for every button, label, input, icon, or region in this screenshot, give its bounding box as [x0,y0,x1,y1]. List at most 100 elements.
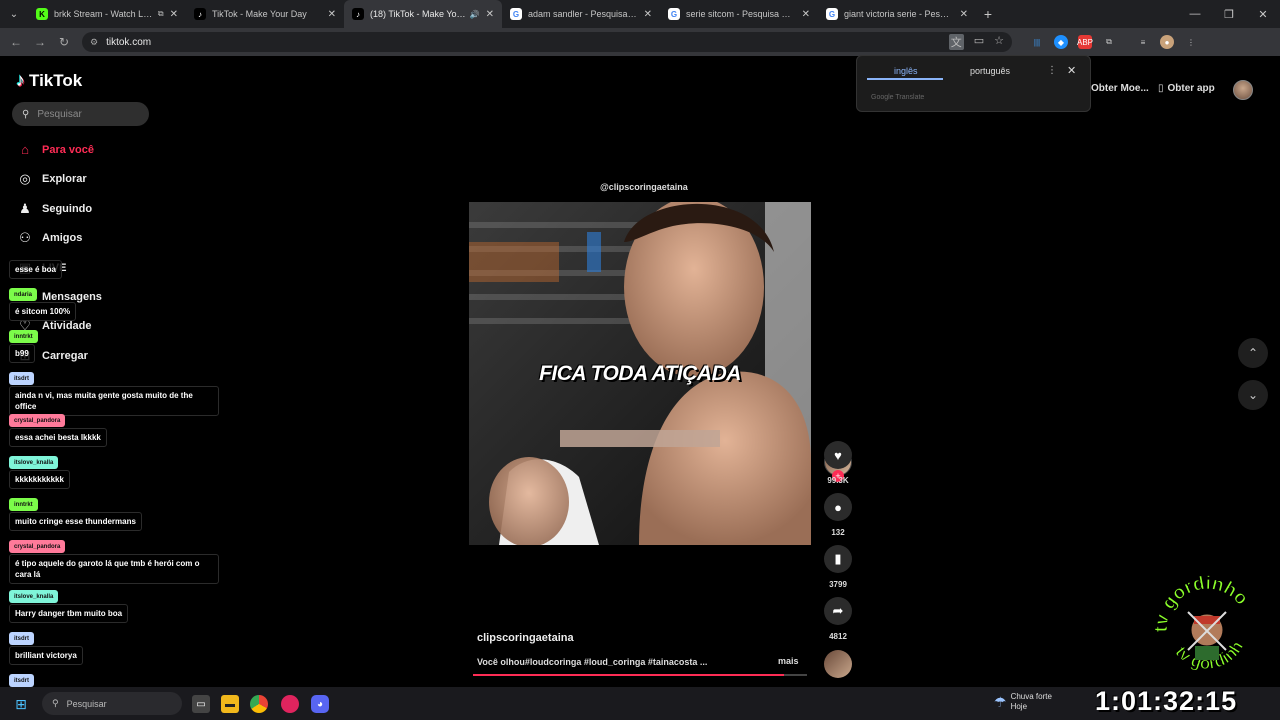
sidebar-item-label: Carregar [42,349,88,362]
translate-popup: inglês português ⋮ ✕ Google Translate [856,55,1091,112]
tiktok-page: ♪ TikTok ⚲ Pesquisar ⌂ Para você ◎ Explorar… [0,56,1280,686]
tiktok-note-icon: ♪ [16,70,25,90]
sidebar-item[interactable]: ♟ Seguindo [16,201,92,217]
tab-favicon-icon: ♪ [352,8,364,20]
video-progress-bar[interactable] [473,674,807,676]
tab-close-icon[interactable]: ✕ [644,9,652,20]
taskbar-search-label: Pesquisar [66,698,107,709]
share-button[interactable]: ➦ [824,597,852,625]
translate-options-icon[interactable]: ⋮ [1047,65,1057,76]
browser-menu-icon[interactable]: ⋮ [1184,35,1198,49]
cast-icon[interactable]: ▭ [974,34,984,50]
get-app-label: Obter app [1167,83,1215,94]
extensions-puzzle-icon[interactable]: ⧉ [1102,35,1116,49]
tab-favicon-icon: G [510,8,522,20]
chat-message: b99 [9,344,35,363]
browser-tab[interactable]: ♪ (18) TikTok - Make Your Day 🔊 ✕ [344,0,502,28]
taskbar-search[interactable]: ⚲ Pesquisar [42,692,182,715]
browser-tab[interactable]: Ggiant victoria serie - Pesquisa G ✕ [818,0,976,28]
next-video-button[interactable]: ⌄ [1238,380,1268,410]
browser-toolbar: ← → ↻ ⚙ tiktok.com 文 ▭ ☆ ||| ◆ ABP ⧉ ≡ ●… [0,28,1280,56]
home-icon: ⌂ [21,142,29,157]
translate-target-lang[interactable]: português [970,66,1010,76]
chat-username: crystal_pandora [9,540,66,553]
minimize-icon[interactable]: — [1178,0,1212,28]
get-app-button[interactable]: ▯ Obter app [1158,83,1215,94]
search-input[interactable]: ⚲ Pesquisar [12,102,149,126]
chevron-up-icon: ⌃ [1247,346,1259,360]
tiktok-logo[interactable]: ♪ TikTok [16,70,82,91]
tab-close-icon[interactable]: ✕ [170,9,178,20]
discord-icon[interactable]: ◕ [311,695,329,713]
chat-message: kkkkkkkkkkk [9,470,70,489]
back-icon[interactable]: ← [4,35,28,49]
translate-source-lang[interactable]: inglês [894,66,918,76]
weather-sub: Hoje [1010,702,1028,711]
restore-icon[interactable]: ❐ [1212,0,1246,28]
tab-close-icon[interactable]: ✕ [328,9,336,20]
logo-text: TikTok [29,70,83,90]
windows-start-icon[interactable]: ⊞ [12,695,30,713]
browser-tab[interactable]: ♪ TikTok - Make Your Day ✕ [186,0,344,28]
chat-username: itslove_knalla [9,456,59,469]
sidebar-item[interactable]: ⌂ Para você [16,142,94,157]
tab-title: adam sandler - Pesquisa Googl [528,9,638,19]
tab-close-icon[interactable]: ✕ [802,9,810,20]
app-icon[interactable] [281,695,299,713]
close-window-icon[interactable]: ✕ [1246,0,1280,28]
censor-bar [560,430,720,447]
bookmark-star-icon[interactable]: ☆ [994,34,1004,50]
weather-widget[interactable]: ☂ Chuva forte Hoje [994,692,1052,712]
reload-icon[interactable]: ↻ [52,35,76,49]
weather-title: Chuva forte [1010,692,1052,701]
chat-message: essa achei besta lkkkk [9,428,107,447]
video-player[interactable]: FICA TODA ATIÇADA [469,202,811,545]
tab-favicon-icon: K [36,8,48,20]
tab-close-icon[interactable]: ✕ [486,9,494,20]
forward-icon[interactable]: → [28,35,52,49]
comment-button[interactable]: ● [824,493,852,521]
tab-favicon-icon: G [668,8,680,20]
chat-message: ainda n vi, mas muita gente gosta muito … [9,386,219,416]
phone-icon: ▯ [1158,83,1164,94]
chrome-icon[interactable] [250,695,268,713]
reading-list-icon[interactable]: ≡ [1136,35,1150,49]
gordinho-tv-watermark: tv gordinho tv gordinho [1144,553,1262,684]
tab-indicator-icon[interactable]: ⧉ [158,9,164,19]
extension-icon[interactable]: ◆ [1054,35,1068,49]
search-placeholder: Pesquisar [37,108,82,120]
like-count: 99.3K [827,476,849,485]
file-explorer-icon[interactable]: ▬ [221,695,239,713]
previous-video-button[interactable]: ⌃ [1238,338,1268,368]
translate-close-icon[interactable]: ✕ [1067,64,1076,77]
address-bar[interactable]: ⚙ tiktok.com 文 ▭ ☆ [82,32,1012,52]
task-view-icon[interactable]: ▭ [192,695,210,713]
music-disc-icon[interactable] [824,650,852,678]
extension-icon[interactable]: ||| [1030,35,1044,49]
browser-tab[interactable]: Gadam sandler - Pesquisa Googl ✕ [502,0,660,28]
browser-tab[interactable]: Kbrkk Stream - Watch Live o ⧉ ✕ [28,0,186,28]
tab-indicator-icon[interactable]: 🔊 [470,10,480,19]
translate-icon[interactable]: 文 [948,34,964,50]
tab-favicon-icon: G [826,8,838,20]
url-text: tiktok.com [106,36,152,48]
sidebar-item[interactable]: ⚇ Amigos [16,230,82,246]
sidebar-item[interactable]: ◎ Explorar [16,171,87,187]
profile-icon[interactable]: ● [1160,35,1174,49]
tab-close-icon[interactable]: ✕ [960,9,968,20]
browser-tab[interactable]: Gserie sitcom - Pesquisa Google ✕ [660,0,818,28]
tab-search-icon[interactable]: ⌄ [0,0,28,28]
get-coins-link[interactable]: Obter Moe... [1091,83,1149,94]
video-caption-overlay: FICA TODA ATIÇADA [539,362,741,385]
video-username[interactable]: @clipscoringaetaina [600,182,688,192]
new-tab-button[interactable]: + [976,6,1000,22]
like-button[interactable]: ♥ [824,441,852,469]
save-button[interactable]: ▮ [824,545,852,573]
video-author[interactable]: clipscoringaetaina [477,632,574,644]
extension-icon[interactable]: ABP [1077,35,1093,49]
profile-avatar[interactable] [1233,80,1253,100]
site-info-icon[interactable]: ⚙ [90,37,98,48]
more-link[interactable]: mais [778,656,799,666]
sidebar-item-label: Explorar [42,173,87,186]
tab-favicon-icon: ♪ [194,8,206,20]
